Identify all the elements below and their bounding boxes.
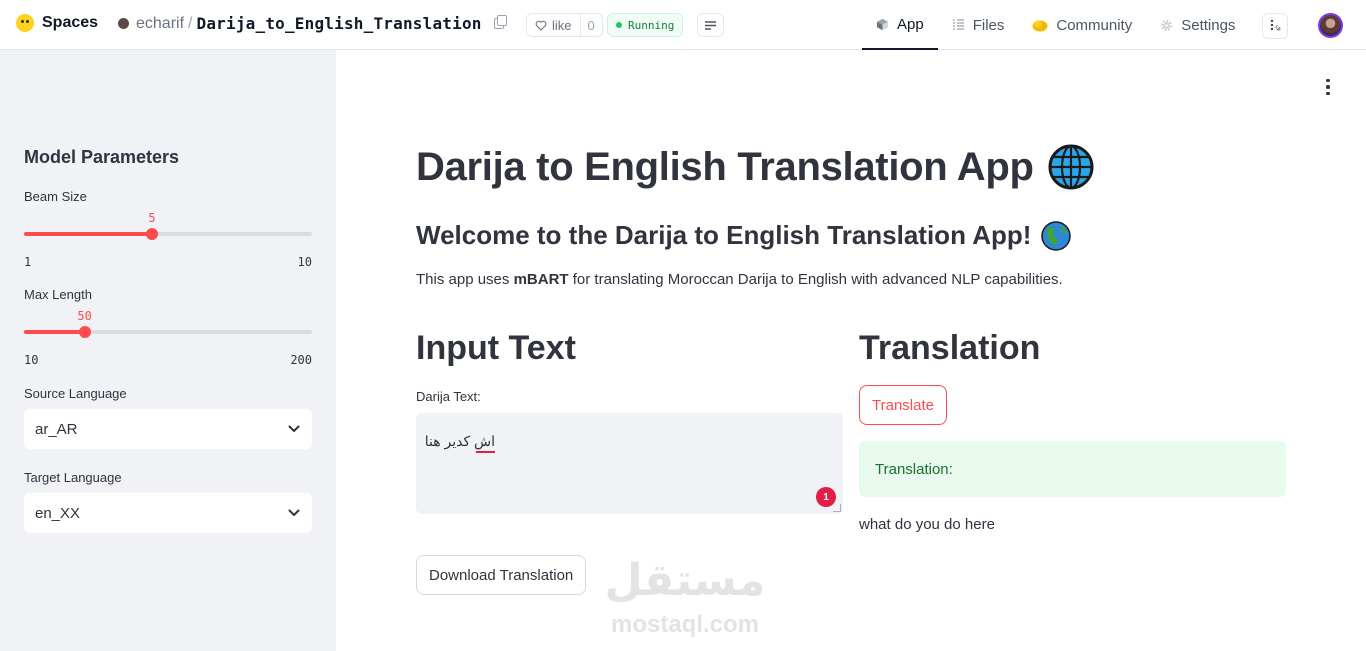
translation-heading: Translation <box>859 329 1041 367</box>
chevron-down-icon <box>288 425 300 432</box>
heart-icon <box>535 20 547 31</box>
darija-text-input[interactable]: اش كدير هنا 1 <box>416 413 843 514</box>
slider-value: 50 <box>77 309 92 323</box>
slider-fill <box>24 232 152 236</box>
brand-label: Spaces <box>42 14 99 31</box>
download-translation-button[interactable]: Download Translation <box>416 555 587 595</box>
sidebar-title: Model Parameters <box>24 147 180 167</box>
slider-thumb[interactable] <box>146 228 158 240</box>
slider-max: 10 <box>297 255 312 269</box>
source-language-select[interactable]: ar_AR <box>24 409 312 449</box>
cube-icon <box>876 18 889 30</box>
files-icon <box>952 19 964 30</box>
slider-min: 10 <box>24 353 39 367</box>
kebab-dot <box>1326 78 1330 83</box>
tab-files[interactable]: Files <box>938 0 1019 50</box>
copy-icon[interactable] <box>493 15 507 29</box>
source-language-value: ar_AR <box>35 420 78 438</box>
sidebar: Model Parameters Beam Size 5 1 10 Max Le… <box>0 50 336 651</box>
slider-max: 200 <box>290 353 312 367</box>
translation-success-box: Translation: <box>859 441 1286 497</box>
target-language-select[interactable]: en_XX <box>24 493 312 533</box>
welcome-heading: Welcome to the Darija to English Transla… <box>416 220 1072 251</box>
logs-icon <box>705 20 716 30</box>
page-title-text: Darija to English Translation App <box>416 144 1034 189</box>
gear-icon <box>1161 19 1173 31</box>
welcome-heading-text: Welcome to the Darija to English Transla… <box>416 220 1032 250</box>
beam-size-label: Beam Size <box>24 189 87 204</box>
beam-size-slider[interactable]: 5 1 10 <box>24 211 312 269</box>
app-menu-button[interactable] <box>1320 77 1336 97</box>
slider-thumb[interactable] <box>78 326 91 338</box>
target-language-value: en_XX <box>35 504 81 522</box>
mostaql-watermark: مستقل mostaql.com <box>600 555 770 640</box>
owner-link[interactable]: echarif <box>136 15 184 33</box>
status-badge[interactable]: Running <box>607 13 684 37</box>
like-button[interactable]: like <box>527 14 580 36</box>
breadcrumb-separator: / <box>188 14 193 32</box>
slider-fill <box>24 330 85 334</box>
kebab-dot <box>1326 85 1330 89</box>
spellcheck-underline <box>476 450 495 453</box>
darija-text-value: اش كدير هنا <box>424 433 495 449</box>
logs-button[interactable] <box>697 13 724 37</box>
translation-result: what do you do here <box>859 516 995 533</box>
chevron-down-icon <box>288 509 300 516</box>
tab-app[interactable]: App <box>862 0 938 50</box>
watermark-latin: mostaql.com <box>610 611 760 638</box>
max-length-label: Max Length <box>24 287 92 302</box>
tab-files-label: Files <box>972 16 1005 34</box>
like-label: like <box>552 17 572 33</box>
more-options-button[interactable] <box>1262 13 1288 39</box>
desc-suffix: for translating Moroccan Darija to Engli… <box>568 271 1063 288</box>
watermark-arabic: مستقل <box>604 555 766 606</box>
hf-topbar: Spaces echarif / Darija_to_English_Trans… <box>0 0 1366 50</box>
resize-handle-icon[interactable] <box>833 504 841 512</box>
tab-settings-label: Settings <box>1181 16 1236 34</box>
input-text-heading: Input Text <box>416 329 576 367</box>
spaces-brand[interactable]: Spaces <box>16 14 98 32</box>
tab-app-label: App <box>897 15 924 33</box>
translate-button[interactable]: Translate <box>859 385 947 425</box>
repo-name-link[interactable]: Darija_to_English_Translation <box>196 14 481 33</box>
more-icon <box>1270 19 1281 31</box>
hugging-face-logo-icon <box>16 14 34 32</box>
like-count[interactable]: 0 <box>579 14 602 36</box>
page-title: Darija to English Translation App <box>416 144 1094 190</box>
slider-value: 5 <box>148 211 156 225</box>
user-avatar[interactable] <box>1318 13 1343 38</box>
source-language-label: Source Language <box>24 386 127 401</box>
kebab-dot <box>1326 91 1330 96</box>
app-description: This app uses mBART for translating Moro… <box>416 271 1063 288</box>
darija-text-label: Darija Text: <box>416 389 481 404</box>
tab-community[interactable]: Community <box>1018 0 1146 50</box>
slider-min: 1 <box>24 255 32 269</box>
like-widget: like 0 <box>526 13 603 37</box>
tab-community-label: Community <box>1056 16 1133 34</box>
status-label: Running <box>628 18 675 32</box>
desc-prefix: This app uses <box>416 271 514 288</box>
main-content: Darija to English Translation App Welcom… <box>336 50 1366 651</box>
max-length-slider[interactable]: 50 10 200 <box>24 309 312 367</box>
tab-settings[interactable]: Settings <box>1146 0 1249 50</box>
owner-avatar[interactable] <box>118 18 129 29</box>
globe-meridians-icon <box>1048 144 1094 190</box>
desc-model: mBART <box>513 271 569 288</box>
status-dot-icon <box>616 22 622 28</box>
earth-globe-icon <box>1041 220 1072 251</box>
target-language-label: Target Language <box>24 470 122 485</box>
space-nav: App Files Community Settings <box>862 0 1249 50</box>
community-icon <box>1032 20 1048 31</box>
repo-breadcrumb: echarif / Darija_to_English_Translation <box>118 14 507 33</box>
